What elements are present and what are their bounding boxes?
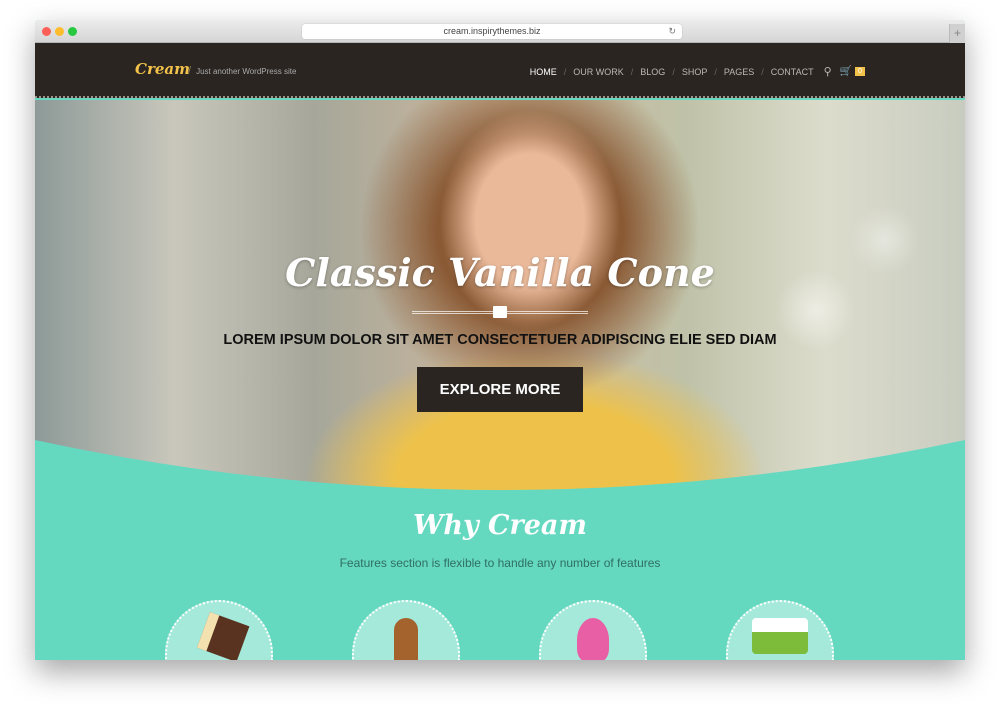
pink-soft-serve-icon	[577, 618, 609, 660]
features-subtitle: Features section is flexible to handle a…	[339, 556, 661, 570]
cart-icon[interactable]: 🛒	[840, 66, 852, 77]
reload-icon[interactable]: ↻	[668, 24, 676, 39]
site-header: Cream / Just another WordPress site HOME /…	[35, 43, 965, 98]
feature-circle[interactable]	[726, 600, 834, 660]
main-menu: HOME / OUR WORK / BLOG / SHOP / PAGES / CONTA…	[530, 65, 865, 78]
address-bar[interactable]: cream.inspirythemes.biz ↻	[302, 24, 682, 39]
hero-subtitle: LOREM IPSUM DOLOR SIT AMET CONSECTETUER …	[223, 332, 777, 348]
menu-shop[interactable]: SHOP	[682, 67, 708, 77]
teal-curve	[35, 440, 965, 515]
site-tagline: / Just another WordPress site	[188, 65, 297, 77]
ice-cream-bar-icon	[394, 618, 418, 660]
site-logo[interactable]: Cream	[135, 60, 190, 78]
menu-pages[interactable]: PAGES	[724, 67, 754, 77]
feature-circle[interactable]	[165, 600, 273, 660]
explore-more-button[interactable]: EXPLORE MORE	[417, 367, 583, 412]
cart-count-badge: 0	[855, 67, 865, 76]
tagline-text: Just another WordPress site	[196, 67, 297, 76]
browser-window: cream.inspirythemes.biz ↻ + Cream / Just a…	[35, 20, 965, 660]
menu-our-work[interactable]: OUR WORK	[573, 67, 624, 77]
maximize-window-icon[interactable]	[68, 27, 77, 36]
feature-circle[interactable]	[539, 600, 647, 660]
hero-title: Classic Vanilla Cone	[285, 250, 715, 295]
menu-blog[interactable]: BLOG	[640, 67, 665, 77]
browser-toolbar: cream.inspirythemes.biz ↻ +	[35, 20, 965, 43]
minimize-window-icon[interactable]	[55, 27, 64, 36]
new-tab-button[interactable]: +	[949, 24, 965, 43]
feature-circle[interactable]	[352, 600, 460, 660]
chocolate-cake-icon	[196, 611, 250, 660]
url-text: cream.inspirythemes.biz	[443, 26, 541, 36]
features-title: Why Cream	[413, 510, 587, 541]
shop-icon	[493, 306, 507, 318]
menu-contact[interactable]: CONTACT	[771, 67, 814, 77]
close-window-icon[interactable]	[42, 27, 51, 36]
ice-cream-truck-icon	[752, 618, 808, 654]
search-icon[interactable]: ⚲	[824, 65, 832, 78]
menu-home[interactable]: HOME	[530, 67, 557, 77]
